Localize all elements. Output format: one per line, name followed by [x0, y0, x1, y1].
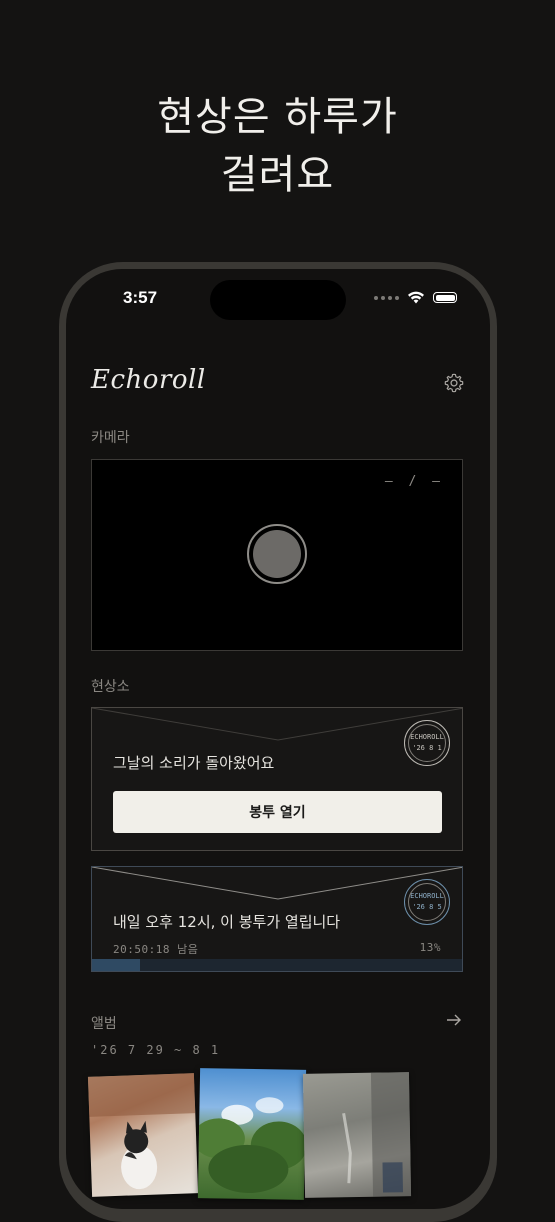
postmark-stamp: ECHOROLL '26 8 5	[404, 879, 450, 925]
headline: 현상은 하루가 걸려요	[0, 88, 555, 204]
phone-screen: 3:57 Echoroll 카메라 – / – 현상소 ECHOROLL '26…	[66, 269, 490, 1209]
envelope-pending: ECHOROLL '26 8 5 내일 오후 12시, 이 봉투가 열립니다 2…	[91, 866, 463, 972]
progress-bar	[92, 959, 462, 971]
signal-icon	[374, 295, 399, 300]
trees-illustration	[197, 1097, 307, 1193]
battery-icon	[433, 292, 457, 303]
postmark-stamp: ECHOROLL '26 8 1	[404, 720, 450, 766]
envelope-ready: ECHOROLL '26 8 1 그날의 소리가 돌아왔어요 봉투 열기	[91, 707, 463, 851]
stamp-date: '26 8 5	[412, 903, 442, 911]
status-icons	[374, 291, 457, 304]
glass-illustration	[342, 1072, 412, 1197]
headline-line-1: 현상은 하루가	[157, 94, 398, 140]
shutter-button[interactable]	[247, 524, 307, 584]
envelope-pending-message: 내일 오후 12시, 이 봉투가 열립니다	[113, 913, 341, 931]
cat-photo[interactable]	[87, 1073, 199, 1197]
countdown-row: 20:50:18 남음 13%	[113, 941, 441, 957]
arrow-right-icon[interactable]	[445, 1011, 463, 1029]
wifi-icon	[408, 291, 424, 304]
open-envelope-button[interactable]: 봉투 열기	[113, 791, 442, 833]
glass-window-photo[interactable]	[302, 1072, 412, 1198]
progress-fill	[92, 959, 141, 971]
stamp-brand: ECHOROLL	[410, 733, 444, 741]
camera-viewfinder: – / –	[91, 459, 463, 651]
progress-percent: 13%	[419, 941, 441, 954]
camera-section-label: 카메라	[91, 430, 130, 446]
time-remaining: 20:50:18 남음	[113, 943, 199, 956]
album-section-label: 앨범	[91, 1016, 117, 1032]
envelope-ready-message: 그날의 소리가 돌아왔어요	[113, 754, 275, 772]
stamp-brand: ECHOROLL	[410, 892, 444, 900]
developer-section-label: 현상소	[91, 679, 130, 695]
dynamic-island	[210, 280, 346, 320]
status-time: 3:57	[123, 288, 158, 307]
settings-gear-icon[interactable]	[443, 372, 465, 394]
trees-sky-photo[interactable]	[197, 1068, 307, 1200]
album-date-range: '26 7 29 ~ 8 1	[91, 1043, 221, 1057]
app-title: Echoroll	[91, 365, 206, 395]
headline-line-2: 걸려요	[220, 152, 335, 198]
cat-illustration	[87, 1073, 196, 1190]
shot-counter: – / –	[384, 474, 444, 489]
stamp-date: '26 8 1	[412, 744, 442, 752]
